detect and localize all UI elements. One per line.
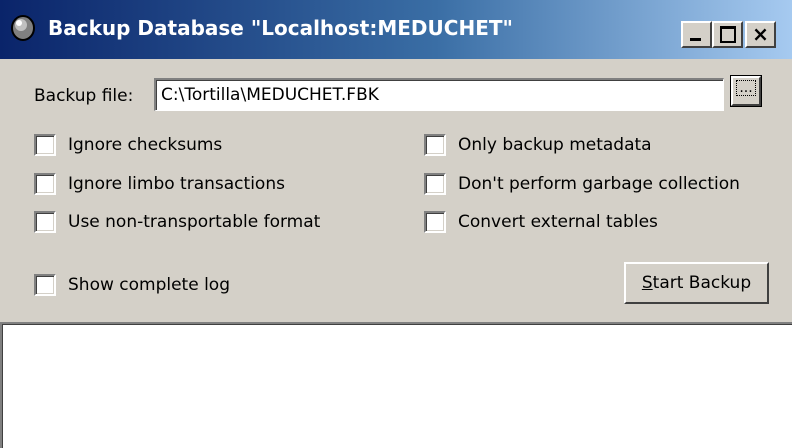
browse-button[interactable]: ... — [730, 75, 762, 107]
non-transportable-label[interactable]: Use non-transportable format — [68, 211, 320, 233]
window-title: Backup Database "Localhost:MEDUCHET" — [48, 16, 513, 40]
database-icon — [11, 15, 35, 41]
ignore-limbo-checkbox[interactable] — [34, 173, 56, 195]
metadata-only-checkbox[interactable] — [424, 134, 446, 156]
start-backup-label: tart Backup — [652, 273, 752, 293]
start-backup-button[interactable]: Start Backup — [624, 262, 769, 304]
close-button[interactable]: × — [745, 21, 776, 48]
ignore-checksums-checkbox[interactable] — [34, 134, 56, 156]
browse-button-label: ... — [736, 80, 756, 96]
maximize-button[interactable] — [712, 21, 743, 48]
show-log-checkbox[interactable] — [34, 274, 56, 296]
show-log-label[interactable]: Show complete log — [68, 274, 230, 296]
metadata-only-label[interactable]: Only backup metadata — [458, 134, 652, 156]
no-garbage-collection-label[interactable]: Don't perform garbage collection — [458, 173, 740, 195]
start-backup-accelerator: S — [641, 273, 653, 293]
no-garbage-collection-checkbox[interactable] — [424, 173, 446, 195]
backup-file-input[interactable]: C:\Tortilla\MEDUCHET.FBK — [154, 78, 724, 111]
title-bar[interactable]: Backup Database "Localhost:MEDUCHET" × — [0, 0, 792, 59]
ignore-checksums-label[interactable]: Ignore checksums — [68, 134, 222, 156]
convert-external-tables-label[interactable]: Convert external tables — [458, 211, 658, 233]
minimize-button[interactable] — [681, 21, 712, 48]
convert-external-tables-checkbox[interactable] — [424, 211, 446, 233]
close-icon: × — [752, 22, 769, 46]
backup-file-label: Backup file: — [34, 86, 134, 106]
non-transportable-checkbox[interactable] — [34, 211, 56, 233]
ignore-limbo-label[interactable]: Ignore limbo transactions — [68, 173, 285, 195]
log-output[interactable] — [0, 322, 792, 448]
